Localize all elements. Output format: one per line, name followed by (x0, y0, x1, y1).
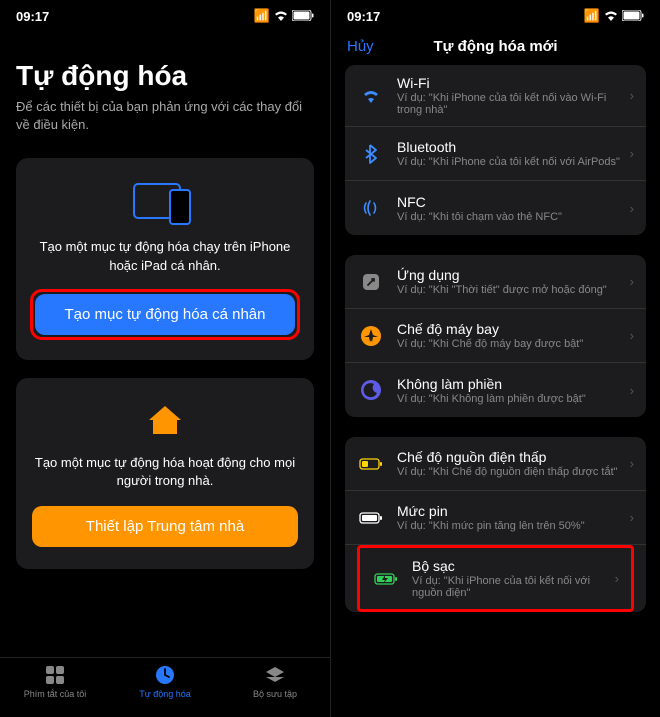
row-subtitle: Ví dụ: "Khi iPhone của tôi kết nối vào W… (397, 92, 624, 116)
row-title: Ứng dụng (397, 267, 624, 283)
tab-automation[interactable]: Tự động hóa (110, 664, 220, 699)
battery-icon (357, 504, 385, 532)
row-subtitle: Ví dụ: "Khi mức pin tăng lên trên 50%" (397, 520, 624, 532)
page-title: Tự động hóa (16, 60, 314, 92)
row-title: Bộ sạc (412, 558, 609, 574)
wifi-icon (274, 9, 288, 24)
row-title: Không làm phiền (397, 376, 624, 392)
row-subtitle: Ví dụ: "Khi "Thời tiết" được mở hoặc đón… (397, 284, 624, 296)
cancel-button[interactable]: Hủy (347, 38, 374, 55)
right-screen: 09:17 📶 Hủy Tự động hóa mới Wi-Fi Ví dụ:… (330, 0, 660, 717)
home-automation-card: Tạo một mục tự động hóa hoạt động cho mọ… (16, 378, 314, 569)
wifi-icon (357, 82, 385, 110)
setup-home-hub-button[interactable]: Thiết lập Trung tâm nhà (32, 506, 298, 547)
trigger-row-nfc[interactable]: NFC Ví dụ: "Khi tôi chạm vào thẻ NFC" › (345, 181, 646, 235)
battery-icon (292, 9, 314, 24)
tab-label: Phím tắt của tôi (24, 689, 87, 699)
row-text: Chế độ nguồn điện thấp Ví dụ: "Khi Chế đ… (397, 449, 624, 478)
row-subtitle: Ví dụ: "Khi Không làm phiền được bật" (397, 393, 624, 405)
lowpower-icon (357, 450, 385, 478)
battery-icon (622, 9, 644, 24)
chevron-right-icon: › (630, 88, 634, 103)
bluetooth-icon (357, 140, 385, 168)
wifi-icon (604, 9, 618, 24)
tab-bar: Phím tắt của tôi Tự động hóa Bộ sưu tập (0, 657, 330, 717)
row-text: Bộ sạc Ví dụ: "Khi iPhone của tôi kết nố… (412, 558, 609, 599)
trigger-row-airplane[interactable]: Chế độ máy bay Ví dụ: "Khi Chế độ máy ba… (345, 309, 646, 363)
status-indicators: 📶 (584, 8, 644, 24)
devices-icon (32, 180, 298, 226)
grid-icon (44, 664, 66, 686)
row-subtitle: Ví dụ: "Khi iPhone của tôi kết nối với A… (397, 156, 624, 168)
tab-label: Bộ sưu tập (253, 689, 297, 699)
chevron-right-icon: › (630, 274, 634, 289)
row-title: Bluetooth (397, 139, 624, 155)
trigger-row-app[interactable]: Ứng dụng Ví dụ: "Khi "Thời tiết" được mở… (345, 255, 646, 309)
row-title: Chế độ máy bay (397, 321, 624, 337)
right-content: Hủy Tự động hóa mới Wi-Fi Ví dụ: "Khi iP… (331, 28, 660, 715)
row-title: Mức pin (397, 503, 624, 519)
chevron-right-icon: › (630, 456, 634, 471)
chevron-right-icon: › (630, 383, 634, 398)
nav-bar: Hủy Tự động hóa mới (331, 28, 660, 65)
left-screen: 09:17 📶 Tự động hóa Để các thiết bị của … (0, 0, 330, 717)
clock-icon (154, 664, 176, 686)
status-time: 09:17 (16, 9, 49, 24)
personal-automation-card: Tạo một mục tự động hóa chạy trên iPhone… (16, 158, 314, 359)
create-personal-automation-button[interactable]: Tạo mục tự động hóa cá nhân (35, 294, 295, 335)
page-subtitle: Để các thiết bị của bạn phản ứng với các… (16, 98, 314, 134)
row-subtitle: Ví dụ: "Khi Chế độ máy bay được bật" (397, 338, 624, 350)
chevron-right-icon: › (630, 328, 634, 343)
row-text: Không làm phiền Ví dụ: "Khi Không làm ph… (397, 376, 624, 405)
row-title: Wi-Fi (397, 75, 624, 91)
notch (436, 0, 556, 22)
card2-desc: Tạo một mục tự động hóa hoạt động cho mọ… (32, 454, 298, 490)
row-subtitle: Ví dụ: "Khi iPhone của tôi kết nối với n… (412, 575, 609, 599)
signal-icon: 📶 (254, 8, 270, 24)
nav-title: Tự động hóa mới (433, 38, 557, 55)
nfc-icon (357, 194, 385, 222)
notch (105, 0, 225, 22)
trigger-row-wifi[interactable]: Wi-Fi Ví dụ: "Khi iPhone của tôi kết nối… (345, 65, 646, 127)
signal-icon: 📶 (584, 8, 600, 24)
chevron-right-icon: › (630, 146, 634, 161)
stack-icon (264, 664, 286, 686)
main-content: Tự động hóa Để các thiết bị của bạn phản… (0, 28, 330, 715)
home-icon (145, 400, 185, 440)
status-time: 09:17 (347, 9, 380, 24)
row-text: Chế độ máy bay Ví dụ: "Khi Chế độ máy ba… (397, 321, 624, 350)
row-title: NFC (397, 194, 624, 210)
row-text: Wi-Fi Ví dụ: "Khi iPhone của tôi kết nối… (397, 75, 624, 116)
row-text: Bluetooth Ví dụ: "Khi iPhone của tôi kết… (397, 139, 624, 168)
airplane-icon (357, 322, 385, 350)
highlight-box: Bộ sạc Ví dụ: "Khi iPhone của tôi kết nố… (357, 545, 634, 612)
row-subtitle: Ví dụ: "Khi tôi chạm vào thẻ NFC" (397, 211, 624, 223)
trigger-row-bluetooth[interactable]: Bluetooth Ví dụ: "Khi iPhone của tôi kết… (345, 127, 646, 181)
dnd-icon (357, 376, 385, 404)
chevron-right-icon: › (630, 510, 634, 525)
card1-desc: Tạo một mục tự động hóa chạy trên iPhone… (32, 238, 298, 274)
tab-shortcuts[interactable]: Phím tắt của tôi (0, 664, 110, 699)
settings-section: Ứng dụng Ví dụ: "Khi "Thời tiết" được mở… (345, 255, 646, 417)
highlight-box: Tạo mục tự động hóa cá nhân (30, 289, 300, 340)
trigger-row-lowpower[interactable]: Chế độ nguồn điện thấp Ví dụ: "Khi Chế đ… (345, 437, 646, 491)
trigger-row-battery[interactable]: Mức pin Ví dụ: "Khi mức pin tăng lên trê… (345, 491, 646, 545)
status-indicators: 📶 (254, 8, 314, 24)
trigger-row-charger[interactable]: Bộ sạc Ví dụ: "Khi iPhone của tôi kết nố… (360, 548, 631, 609)
tab-gallery[interactable]: Bộ sưu tập (220, 664, 330, 699)
row-text: Ứng dụng Ví dụ: "Khi "Thời tiết" được mở… (397, 267, 624, 296)
tab-label: Tự động hóa (139, 689, 191, 699)
row-title: Chế độ nguồn điện thấp (397, 449, 624, 465)
chevron-right-icon: › (630, 201, 634, 216)
settings-section: Chế độ nguồn điện thấp Ví dụ: "Khi Chế đ… (345, 437, 646, 612)
row-text: Mức pin Ví dụ: "Khi mức pin tăng lên trê… (397, 503, 624, 532)
chevron-right-icon: › (615, 571, 619, 586)
trigger-row-dnd[interactable]: Không làm phiền Ví dụ: "Khi Không làm ph… (345, 363, 646, 417)
app-icon (357, 268, 385, 296)
charger-icon (372, 565, 400, 593)
row-text: NFC Ví dụ: "Khi tôi chạm vào thẻ NFC" (397, 194, 624, 223)
row-subtitle: Ví dụ: "Khi Chế độ nguồn điện thấp được … (397, 466, 624, 478)
settings-section: Wi-Fi Ví dụ: "Khi iPhone của tôi kết nối… (345, 65, 646, 235)
